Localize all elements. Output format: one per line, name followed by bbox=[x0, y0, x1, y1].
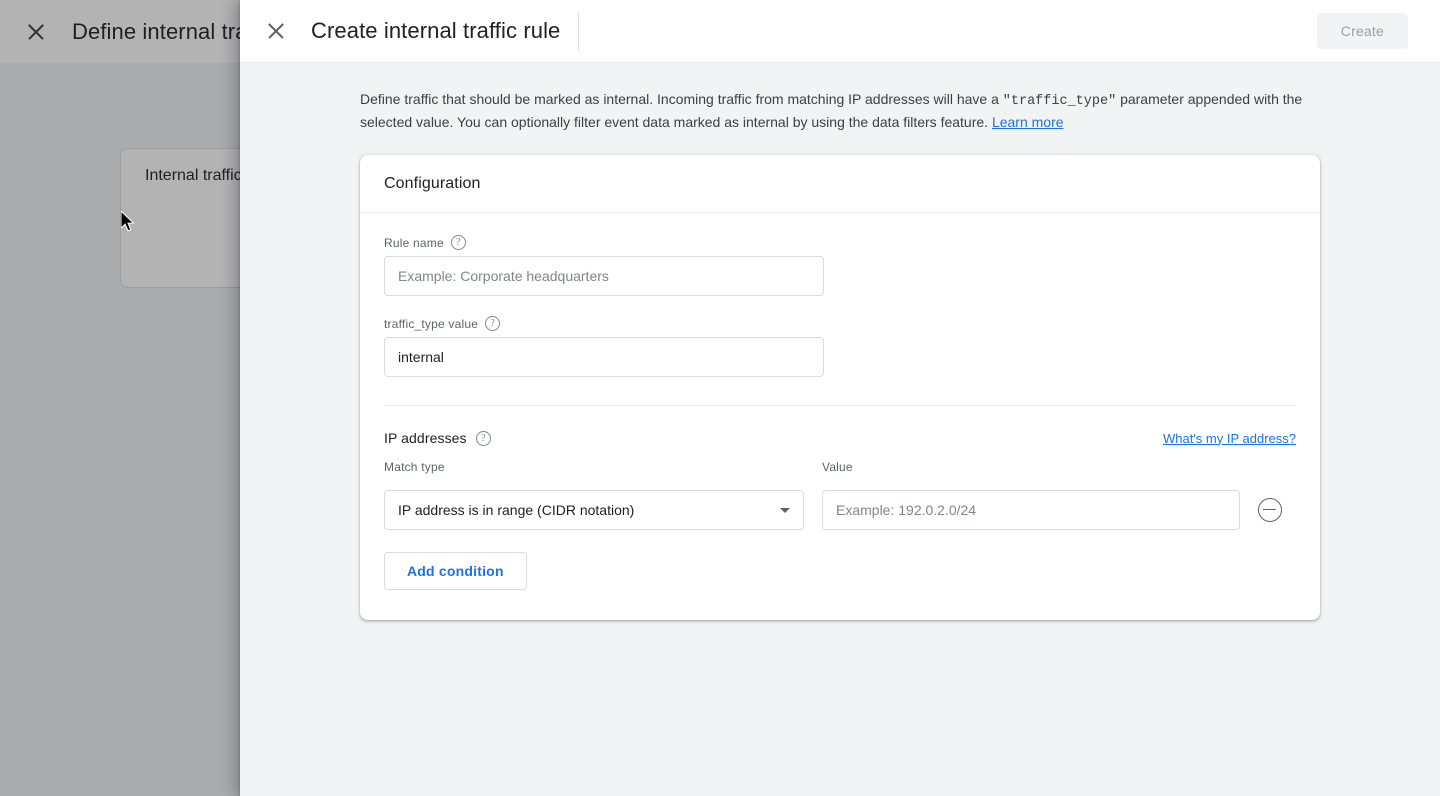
dialog-description: Define traffic that should be marked as … bbox=[360, 89, 1320, 132]
rule-name-field-block: Rule name ? bbox=[384, 235, 1296, 296]
match-type-select[interactable]: IP address is in range (CIDR notation) bbox=[384, 490, 804, 530]
header-divider bbox=[578, 12, 580, 50]
traffic-type-label: traffic_type value bbox=[384, 316, 479, 331]
create-internal-traffic-rule-dialog: Create internal traffic rule Create Defi… bbox=[240, 0, 1440, 796]
rule-name-label-row: Rule name ? bbox=[384, 235, 1296, 250]
rule-name-label: Rule name bbox=[384, 235, 444, 250]
add-condition-button[interactable]: Add condition bbox=[384, 552, 527, 590]
ip-addresses-section-header: IP addresses ? What's my IP address? bbox=[384, 430, 1296, 446]
traffic-type-label-row: traffic_type value ? bbox=[384, 316, 1296, 331]
create-button[interactable]: Create bbox=[1316, 13, 1408, 49]
ip-value-input[interactable] bbox=[822, 490, 1240, 530]
value-label: Value bbox=[822, 460, 853, 474]
configuration-card-body: Rule name ? traffic_type value ? bbox=[360, 213, 1320, 620]
description-part-1: Define traffic that should be marked as … bbox=[360, 91, 1003, 107]
minus-circle-icon[interactable] bbox=[1258, 498, 1282, 522]
ip-condition-row: IP address is in range (CIDR notation) bbox=[384, 490, 1296, 530]
dialog-title: Create internal traffic rule bbox=[311, 18, 561, 43]
configuration-card-header: Configuration bbox=[360, 155, 1320, 213]
dialog-close-icon[interactable] bbox=[264, 19, 288, 43]
help-circle-icon[interactable]: ? bbox=[450, 235, 466, 250]
help-circle-icon[interactable]: ? bbox=[475, 430, 491, 446]
traffic-type-code: "traffic_type" bbox=[1002, 94, 1117, 109]
ip-addresses-label: IP addresses bbox=[384, 430, 467, 446]
configuration-card: Configuration Rule name ? traffic_type v… bbox=[360, 155, 1320, 620]
help-circle-icon[interactable]: ? bbox=[485, 316, 501, 331]
chevron-down-icon bbox=[780, 507, 790, 513]
learn-more-link[interactable]: Learn more bbox=[992, 114, 1064, 130]
dialog-body: Define traffic that should be marked as … bbox=[240, 63, 1440, 796]
rule-name-input[interactable] bbox=[384, 256, 824, 296]
match-type-label: Match type bbox=[384, 460, 445, 474]
dialog-header: Create internal traffic rule Create bbox=[240, 0, 1440, 63]
whats-my-ip-address-link[interactable]: What's my IP address? bbox=[1163, 431, 1296, 446]
traffic-type-field-block: traffic_type value ? bbox=[384, 316, 1296, 377]
match-type-selected-value: IP address is in range (CIDR notation) bbox=[398, 502, 635, 518]
condition-column-labels: Match type Value bbox=[384, 460, 1296, 474]
configuration-title: Configuration bbox=[384, 174, 481, 192]
traffic-type-input[interactable] bbox=[384, 337, 824, 377]
section-divider bbox=[384, 405, 1296, 406]
